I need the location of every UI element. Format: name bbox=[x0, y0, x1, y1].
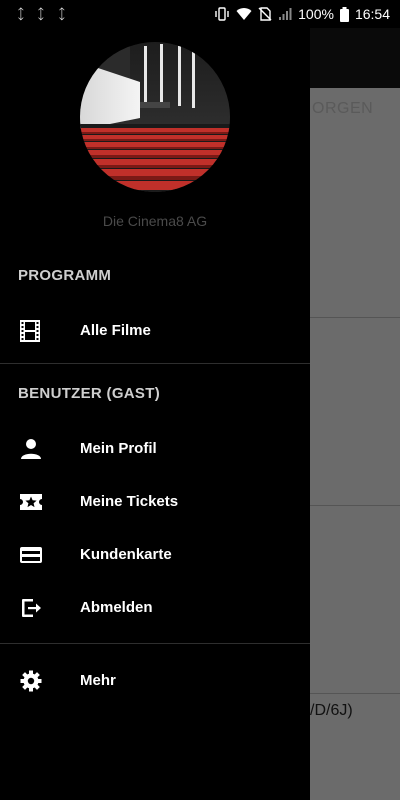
battery-percent: 100% bbox=[298, 6, 334, 22]
company-tagline: Die Cinema8 AG bbox=[102, 213, 208, 229]
background-tab-label: ORGEN bbox=[312, 100, 374, 117]
person-icon bbox=[21, 438, 41, 459]
menu-item-meine-tickets[interactable]: Meine Tickets bbox=[0, 475, 310, 528]
logout-icon bbox=[22, 598, 41, 617]
menu-item-label: Abmelden bbox=[80, 599, 153, 616]
expand-icon: ⤢ bbox=[32, 5, 51, 23]
section-programm: PROGRAMM Alle Filme bbox=[0, 246, 310, 357]
no-sim-icon bbox=[258, 7, 272, 21]
background-divider bbox=[310, 317, 400, 318]
menu-item-label: Mehr bbox=[80, 672, 116, 689]
menu-item-mein-profil[interactable]: Mein Profil bbox=[0, 422, 310, 475]
expand-icon: ⤢ bbox=[53, 5, 71, 23]
film-icon bbox=[20, 319, 40, 342]
menu-item-kundenkarte[interactable]: Kundenkarte bbox=[0, 528, 310, 581]
section-benutzer: BENUTZER (GAST) Mein Profil Meine Ticket… bbox=[0, 364, 310, 634]
menu-item-label: Mein Profil bbox=[80, 440, 157, 457]
ticket-icon bbox=[20, 493, 42, 510]
menu-item-mehr[interactable]: Mehr bbox=[0, 654, 310, 707]
menu-item-label: Alle Filme bbox=[80, 322, 151, 339]
section-more: Mehr bbox=[0, 644, 310, 707]
clock: 16:54 bbox=[354, 6, 390, 22]
card-icon bbox=[20, 546, 42, 563]
menu-item-abmelden[interactable]: Abmelden bbox=[0, 581, 310, 634]
status-bar-left-icons: ⤢ ⤢ ⤢ bbox=[0, 5, 71, 23]
section-title: PROGRAMM bbox=[18, 266, 112, 284]
expand-icon: ⤢ bbox=[12, 5, 31, 23]
navigation-drawer: Die Cinema8 AG PROGRAMM Alle Filme BENUT… bbox=[0, 28, 310, 800]
background-divider bbox=[310, 505, 400, 506]
menu-item-label: Kundenkarte bbox=[80, 546, 172, 563]
status-bar: ⤢ ⤢ ⤢ 100% 16:54 bbox=[0, 0, 400, 28]
signal-icon bbox=[279, 8, 292, 20]
battery-icon bbox=[339, 6, 349, 22]
status-bar-right: 100% 16:54 bbox=[214, 0, 390, 28]
menu-item-label: Meine Tickets bbox=[80, 493, 179, 510]
section-title: BENUTZER (GAST) bbox=[18, 384, 160, 402]
vibrate-icon bbox=[215, 7, 229, 21]
menu-item-alle-filme[interactable]: Alle Filme bbox=[0, 304, 310, 357]
gear-icon bbox=[20, 670, 42, 691]
cinema-hall-image bbox=[80, 42, 230, 192]
drawer-header: Die Cinema8 AG bbox=[0, 28, 310, 246]
wifi-icon bbox=[236, 8, 252, 20]
background-divider bbox=[310, 693, 400, 694]
background-partial-text: /D/6J) bbox=[310, 702, 353, 719]
